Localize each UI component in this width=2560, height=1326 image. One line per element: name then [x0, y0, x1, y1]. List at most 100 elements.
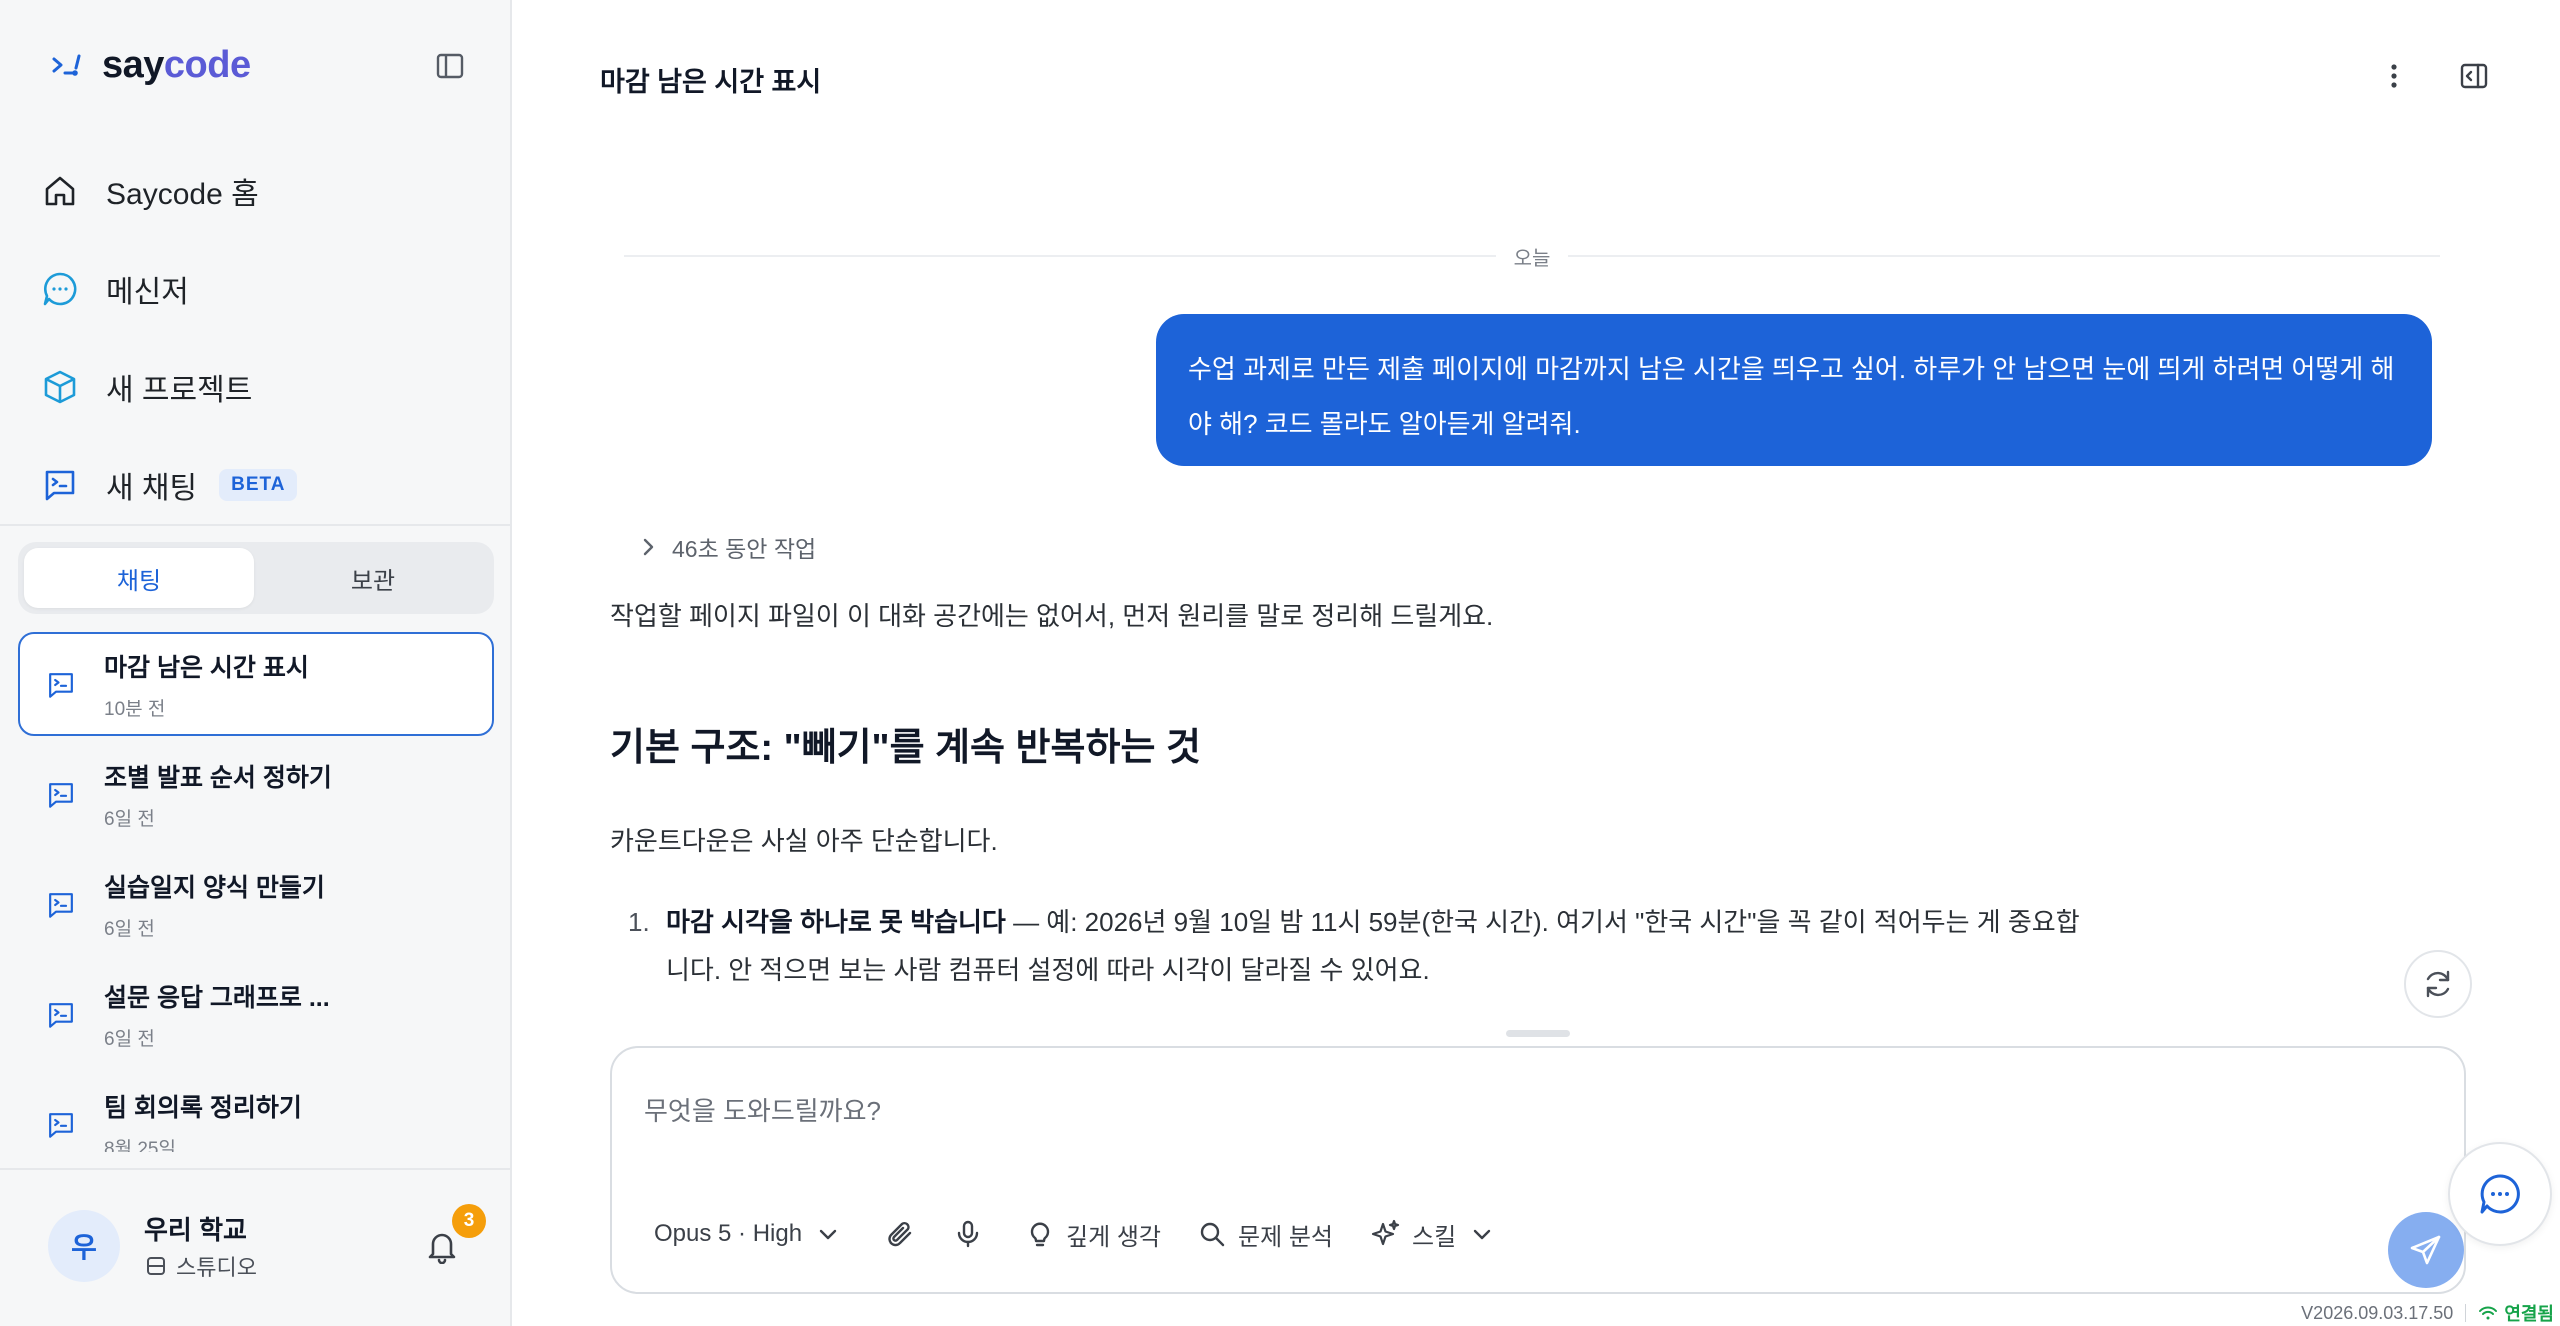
terminal-chat-icon — [46, 890, 76, 920]
date-separator: 오늘 — [624, 242, 2440, 270]
user-org: 스튜디오 — [144, 1250, 257, 1282]
chat-list-item[interactable]: 마감 남은 시간 표시 10분 전 — [18, 632, 494, 736]
chevron-down-icon — [1466, 1218, 1498, 1250]
reply-paragraph: 카운트다운은 사실 아주 단순합니다. — [610, 826, 998, 856]
wifi-icon — [2478, 1303, 2498, 1323]
nav-item-home-label: Saycode 홈 — [106, 178, 259, 211]
home-icon — [40, 171, 80, 211]
side-panel-button[interactable] — [2454, 56, 2494, 96]
brand-name: saycode — [102, 44, 251, 87]
skills-dropdown[interactable]: 스킬 — [1370, 1212, 1498, 1256]
panel-right-icon — [2458, 60, 2490, 92]
tab-archive[interactable]: 보관 — [258, 548, 488, 608]
composer-resize-handle[interactable] — [1506, 1030, 1570, 1037]
nav-item-new-chatting[interactable]: 새 채팅 BETA — [40, 436, 480, 534]
version-label: V2026.09.03.17.50 — [2301, 1302, 2454, 1323]
chat-time: 10분 전 — [104, 698, 166, 720]
avatar[interactable]: 우 — [48, 1210, 120, 1282]
chat-list-item[interactable]: 실습일지 양식 만들기 6일 전 — [18, 852, 494, 956]
message-composer: Opus 5 · High — [610, 1046, 2466, 1294]
problem-analysis-button[interactable]: 문제 분석 — [1196, 1212, 1333, 1256]
notification-count-badge: 3 — [452, 1204, 486, 1238]
chat-time: 6일 전 — [104, 808, 155, 830]
chevron-right-icon — [636, 535, 660, 559]
notifications-button[interactable] — [424, 1228, 460, 1264]
more-vertical-icon — [2378, 60, 2410, 92]
chat-bubble-icon — [40, 269, 80, 309]
nav-item-home[interactable]: Saycode 홈 — [40, 142, 480, 240]
reply-list: 1. 마감 시각을 하나로 못 박습니다 — 예: 2026년 9월 10일 밤… — [610, 898, 2110, 994]
chat-bubble-icon — [2476, 1170, 2524, 1218]
connection-label: 연결됨 — [2504, 1304, 2554, 1324]
nav-item-messenger[interactable]: 메신저 — [40, 240, 480, 338]
nav-item-messenger-label: 메신저 — [106, 276, 189, 309]
chat-title: 팀 회의록 정리하기 — [104, 1093, 302, 1122]
nav-divider — [0, 524, 510, 526]
user-name[interactable]: 우리 학교 — [144, 1210, 247, 1247]
chat-title: 마감 남은 시간 표시 — [104, 653, 309, 682]
chat-time: 6일 전 — [104, 1028, 155, 1050]
chat-list-item[interactable]: 설문 응답 그래프로 ... 6일 전 — [18, 962, 494, 1066]
saycode-logo-icon — [48, 46, 88, 86]
messenger-fab[interactable] — [2448, 1142, 2552, 1246]
model-label: Opus 5 · High — [654, 1220, 803, 1247]
brand[interactable]: saycode — [48, 44, 251, 87]
reply-heading: 기본 구조: "빼기"를 계속 반복하는 것 — [610, 727, 1201, 769]
deep-think-button[interactable]: 깊게 생각 — [1024, 1212, 1161, 1256]
more-options-button[interactable] — [2374, 56, 2414, 96]
chevron-down-icon — [812, 1218, 844, 1250]
chat-time: 8월 25일 — [104, 1138, 176, 1153]
terminal-chat-icon — [46, 1110, 76, 1140]
studio-icon — [144, 1254, 168, 1278]
chat-title: 설문 응답 그래프로 ... — [104, 983, 330, 1012]
brand-name-part2: code — [163, 44, 251, 86]
bell-icon — [424, 1228, 460, 1264]
divider-line — [624, 255, 1496, 257]
terminal-chat-icon — [46, 1000, 76, 1030]
reply-intro: 작업할 페이지 파일이 이 대화 공간에는 없어서, 먼저 원리를 말로 정리해… — [610, 601, 1494, 631]
main-nav: Saycode 홈 메신저 새 프로젝트 새 채팅 BETA — [40, 142, 480, 534]
nav-item-new-project-label: 새 프로젝트 — [106, 374, 253, 407]
sidebar-panel-icon — [434, 50, 466, 82]
user-org-label: 스튜디오 — [176, 1255, 257, 1280]
terminal-chat-icon — [40, 465, 80, 505]
sidebar: saycode Saycode 홈 메신저 새 프로젝트 새 채팅 BETA 채… — [0, 0, 512, 1326]
tab-chat[interactable]: 채팅 — [24, 548, 254, 608]
chat-main: 마감 남은 시간 표시 오늘 수업 과제로 만든 제출 페이지에 마감까지 남은… — [514, 0, 2560, 1326]
nav-item-new-project[interactable]: 새 프로젝트 — [40, 338, 480, 436]
search-icon — [1196, 1218, 1228, 1250]
voice-input-button[interactable] — [952, 1212, 984, 1256]
date-label: 오늘 — [1513, 247, 1551, 270]
chat-title: 실습일지 양식 만들기 — [104, 873, 325, 902]
status-separator — [2465, 1304, 2467, 1322]
list-item-number: 1. — [628, 907, 650, 937]
paperclip-icon — [884, 1218, 916, 1250]
attach-button[interactable] — [884, 1212, 916, 1256]
regenerate-button[interactable] — [2404, 950, 2472, 1018]
refresh-icon — [2421, 967, 2455, 1001]
chat-list-item[interactable]: 팀 회의록 정리하기 8월 25일 — [18, 1072, 494, 1152]
beta-badge: BETA — [219, 469, 298, 501]
chat-list: 마감 남은 시간 표시 10분 전 조별 발표 순서 정하기 6일 전 실습일지… — [18, 632, 494, 1152]
chat-time: 6일 전 — [104, 918, 155, 940]
send-button[interactable] — [2388, 1212, 2464, 1288]
connection-status: 연결됨 — [2478, 1300, 2554, 1326]
brand-name-part1: say — [102, 44, 164, 86]
problem-analysis-label: 문제 분석 — [1238, 1223, 1333, 1251]
sparkles-icon — [1370, 1218, 1402, 1250]
list-item-bold: 마감 시각을 하나로 못 박습니다 — [666, 907, 1006, 937]
chat-list-item[interactable]: 조별 발표 순서 정하기 6일 전 — [18, 742, 494, 846]
message-input[interactable] — [644, 1076, 2424, 1146]
send-icon — [2408, 1232, 2444, 1268]
skills-label: 스킬 — [1412, 1223, 1457, 1251]
nav-item-new-chatting-label: 새 채팅 — [106, 472, 198, 505]
page-title: 마감 남은 시간 표시 — [600, 67, 822, 97]
deep-think-label: 깊게 생각 — [1066, 1223, 1161, 1251]
chat-tabs: 채팅 보관 — [18, 542, 494, 614]
work-duration-toggle[interactable]: 46초 동안 작업 — [636, 530, 816, 564]
terminal-chat-icon — [46, 670, 76, 700]
sidebar-collapse-button[interactable] — [430, 46, 470, 86]
assistant-reply: 작업할 페이지 파일이 이 대화 공간에는 없어서, 먼저 원리를 말로 정리해… — [610, 596, 2110, 994]
model-selector[interactable]: Opus 5 · High — [654, 1212, 844, 1256]
divider-line — [1568, 255, 2440, 257]
